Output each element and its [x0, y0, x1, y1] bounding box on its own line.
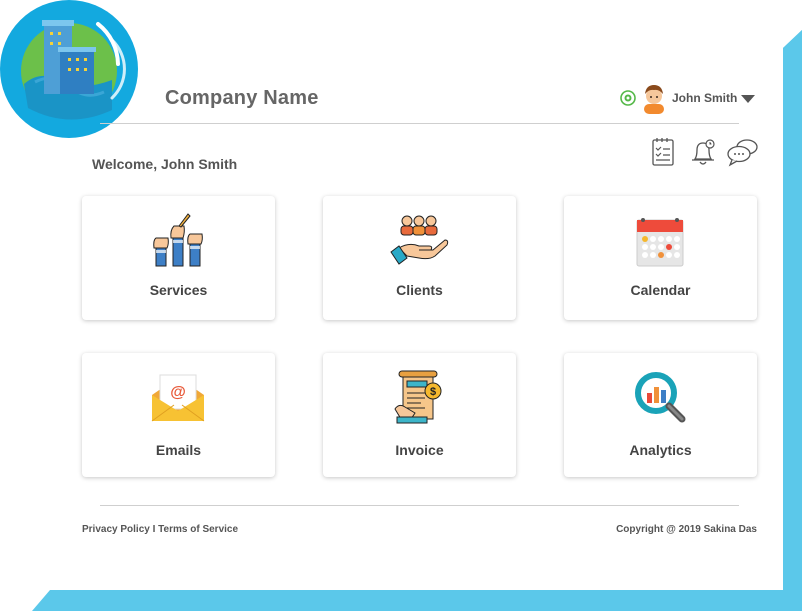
copyright-text: Copyright @ 2019 Sakina Das: [616, 524, 757, 535]
tile-services[interactable]: Services: [82, 196, 275, 320]
tile-label: Calendar: [630, 282, 691, 298]
company-logo: [0, 0, 138, 138]
magnifier-chart-icon: [635, 372, 686, 423]
svg-text:@: @: [170, 384, 186, 401]
calendar-icon: [636, 218, 684, 267]
bell-alarm-icon[interactable]: [686, 135, 720, 169]
tile-label: Analytics: [629, 442, 692, 458]
checklist-icon[interactable]: [646, 135, 680, 169]
tile-label: Emails: [155, 442, 202, 458]
header-divider: [100, 123, 739, 124]
target-status-icon: [620, 90, 636, 106]
envelope-icon: @: [151, 374, 205, 422]
tile-calendar[interactable]: Calendar: [564, 196, 757, 320]
chat-bubbles-icon[interactable]: [726, 135, 760, 169]
footer-separator: I: [152, 524, 156, 535]
svg-text:$: $: [430, 386, 436, 398]
user-name: John Smith: [672, 91, 738, 105]
tile-emails[interactable]: @ Emails: [82, 353, 275, 477]
company-name: Company Name: [165, 87, 319, 109]
welcome-message: Welcome, John Smith: [92, 156, 238, 172]
invoice-icon: $: [394, 370, 442, 424]
hands-raised-icon: [153, 213, 203, 267]
user-menu[interactable]: John Smith: [619, 82, 756, 114]
people-hand-icon: [390, 215, 449, 265]
tile-clients[interactable]: Clients: [323, 196, 516, 320]
terms-of-service-link[interactable]: Terms of Service: [158, 524, 238, 535]
footer-links: Privacy Policy I Terms of Service: [82, 524, 238, 535]
tile-label: Clients: [396, 282, 443, 298]
header-toolbar: [640, 135, 760, 169]
tile-label: Invoice: [395, 442, 444, 458]
tile-invoice[interactable]: $ Invoice: [323, 353, 516, 477]
privacy-policy-link[interactable]: Privacy Policy: [82, 524, 150, 535]
footer-divider: [100, 505, 739, 506]
tile-label: Services: [149, 282, 208, 298]
tile-analytics[interactable]: Analytics: [564, 353, 757, 477]
chevron-down-icon[interactable]: [741, 94, 756, 103]
avatar: [644, 85, 664, 114]
